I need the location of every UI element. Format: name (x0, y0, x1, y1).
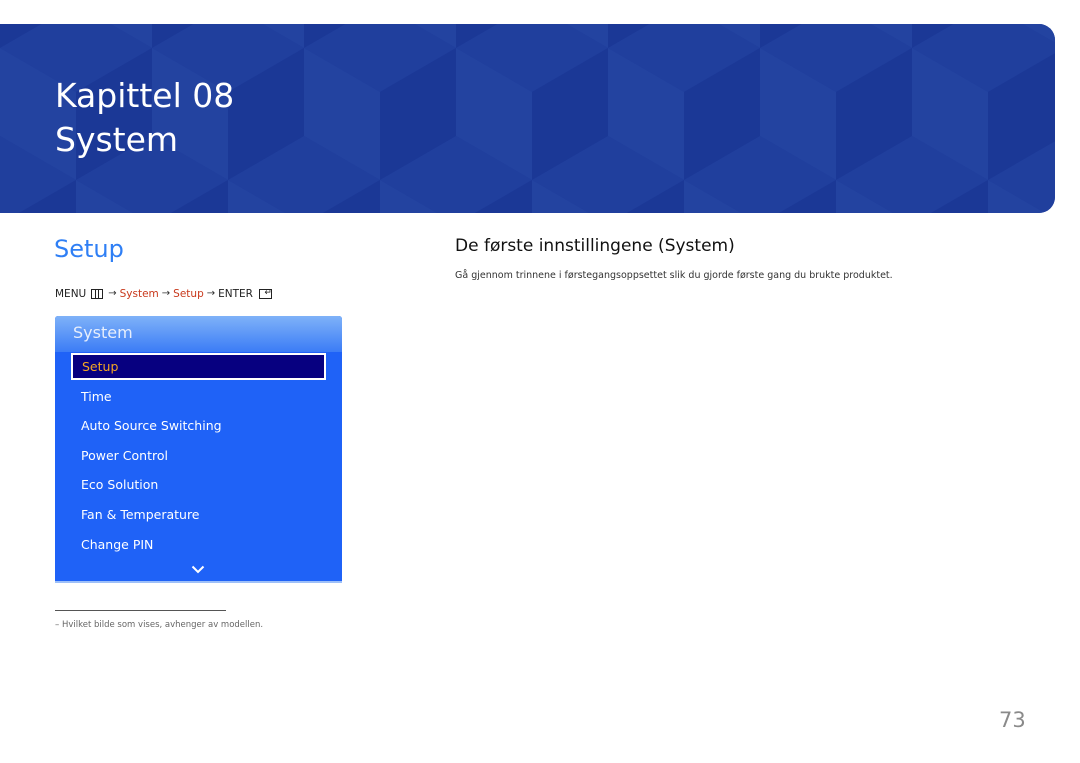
osd-menu-item[interactable]: Change PIN (71, 531, 326, 558)
enter-icon (258, 286, 272, 300)
osd-menu-item[interactable]: Setup (71, 353, 326, 380)
osd-menu-panel: System Setup Time Auto Source Switching Pow… (55, 316, 342, 582)
osd-menu-item[interactable]: Eco Solution (71, 471, 326, 498)
breadcrumb-menu-label: MENU (55, 288, 87, 300)
breadcrumb-arrow: → (108, 288, 117, 299)
section-title: Setup (54, 235, 124, 263)
content-description: Gå gjennom trinnene i førstegangsoppsett… (455, 270, 893, 281)
osd-menu-bottom-edge (55, 581, 342, 583)
breadcrumb-step-setup: Setup (173, 288, 204, 300)
osd-menu-item[interactable]: Fan & Temperature (71, 501, 326, 528)
osd-menu-title: System (73, 323, 133, 342)
osd-menu-item[interactable]: Auto Source Switching (71, 412, 326, 439)
page-number: 73 (999, 708, 1026, 732)
chevron-down-icon[interactable] (191, 565, 205, 574)
chapter-banner: Kapittel 08 System (0, 24, 1055, 213)
breadcrumb-arrow: → (161, 288, 171, 299)
footnote-text: – Hvilket bilde som vises, avhenger av m… (55, 620, 264, 630)
chapter-heading: Kapittel 08 System (55, 74, 234, 162)
footnote-divider (55, 610, 226, 611)
chapter-label: Kapittel 08 (55, 76, 235, 115)
breadcrumb-enter-label: ENTER (218, 288, 253, 300)
chapter-title: System (55, 120, 179, 159)
breadcrumb-arrow: → (206, 288, 216, 299)
osd-menu-item[interactable]: Time (71, 383, 326, 410)
osd-menu-item[interactable]: Power Control (71, 442, 326, 469)
breadcrumb-step-system: System (119, 288, 159, 300)
breadcrumb: MENU → System → Setup → ENTER (55, 286, 272, 301)
menu-icon (91, 289, 104, 299)
content-heading: De første innstillingene (System) (455, 236, 735, 256)
